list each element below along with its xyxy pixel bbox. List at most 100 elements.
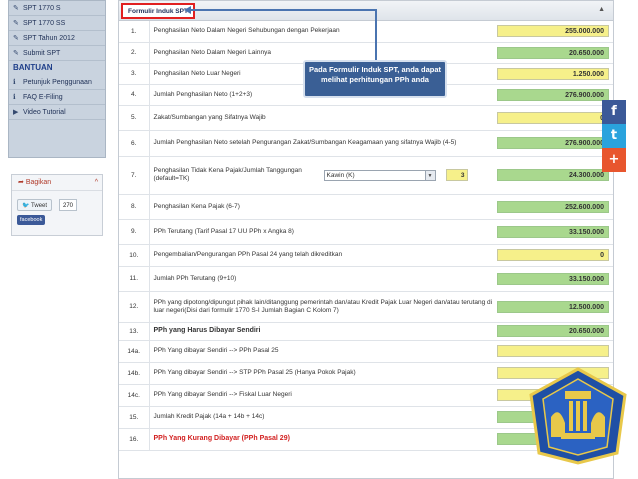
form-row: 10. Pengembalian/Pengurangan PPh Pasal 24…: [119, 244, 613, 267]
row-description: PPh Terutang (Tarif Pasal 17 UU PPh x An…: [149, 219, 493, 245]
row-number: 2.: [119, 42, 150, 64]
row-description: Jumlah Penghasilan Neto setelah Penguran…: [149, 130, 493, 157]
sidebar-item-submit-spt[interactable]: ✎ Submit SPT: [9, 46, 105, 61]
chevron-up-icon[interactable]: ^: [95, 175, 98, 190]
info-icon: ℹ: [13, 94, 16, 101]
form-row: 9. PPh Terutang (Tarif Pasal 17 UU PPh x …: [119, 219, 613, 245]
sidebar-item-label: Petunjuk Penggunaan: [22, 79, 92, 86]
row-number: 10.: [119, 244, 150, 267]
share-icon: ➦: [18, 179, 24, 186]
row-number: 14b.: [119, 362, 150, 385]
row-description: Pengembalian/Pengurangan PPh Pasal 24 ya…: [149, 244, 493, 267]
chevron-down-icon: ▼: [424, 170, 435, 180]
form-row: 14a. PPh Yang dibayar Sendiri --> PPh Pas…: [119, 340, 613, 363]
dependents-input[interactable]: 3: [445, 169, 468, 181]
amount-computed: 20.650.000: [497, 325, 609, 337]
row-description: PPh Yang dibayar Sendiri --> PPh Pasal 2…: [149, 340, 493, 363]
form-row: 11. Jumlah PPh Terutang (9+10) 33.150.000: [119, 266, 613, 292]
amount-input[interactable]: 1.250.000: [497, 67, 609, 80]
row-description: Jumlah PPh Terutang (9+10): [149, 266, 493, 292]
form-row: 5.Zakat/Sumbangan yang Sifatnya Wajib 0: [119, 105, 613, 131]
row-description: PPh yang dipotong/dipungut pihak lain/di…: [149, 291, 493, 323]
sidebar-menu: ✎ SPT 1770 S ✎ SPT 1770 SS ✎ SPT Tahun 2…: [8, 0, 106, 158]
tweet-button[interactable]: 🐦 Tweet: [17, 199, 53, 211]
row-value-cell: [493, 340, 613, 363]
row-description: PPh Yang dibayar Sendiri --> STP PPh Pas…: [149, 362, 493, 385]
help-heading: BANTUAN: [13, 63, 53, 72]
row-value-cell: 20.650.000: [493, 42, 613, 64]
row-value-cell: 0: [493, 244, 613, 267]
row-description: Jumlah Kredit Pajak (14a + 14b + 14c): [149, 406, 493, 429]
amount-computed: 276.900.000: [497, 88, 609, 101]
amount-computed: 24.300.000: [497, 169, 609, 181]
sidebar-item-label: SPT 1770 S: [22, 5, 61, 12]
amount-input[interactable]: 0: [497, 111, 609, 124]
sidebar-item-label: FAQ E-Filing: [22, 94, 63, 101]
edit-icon: ✎: [13, 50, 19, 57]
plus-icon[interactable]: +: [602, 148, 626, 172]
row-number: 1.: [119, 21, 150, 43]
row-number: 8.: [119, 194, 150, 220]
row-number: 13.: [119, 322, 150, 341]
sidebar-item-label: SPT 1770 SS: [22, 20, 66, 27]
row-number: 16.: [119, 428, 150, 451]
form-row: 1. Penghasilan Neto Dalam Negeri Sehubung…: [119, 21, 613, 43]
row-description: Penghasilan Neto Dalam Negeri Sehubungan…: [149, 21, 493, 43]
sidebar-item-spt-tahun-2012[interactable]: ✎ SPT Tahun 2012: [9, 31, 105, 46]
row-number: 12.: [119, 291, 150, 323]
row-number: 14c.: [119, 384, 150, 407]
twitter-icon[interactable]: t: [602, 124, 626, 148]
row-number: 7.: [119, 156, 150, 195]
select-value: Kawin (K): [326, 171, 355, 179]
share-box: ➦ Bagikan ^ 🐦 Tweet 270 facebook: [11, 174, 103, 236]
sidebar-item-label: SPT Tahun 2012: [22, 35, 75, 42]
row-description: Penghasilan Tidak Kena Pajak/Jumlah Tang…: [149, 156, 493, 195]
facebook-icon[interactable]: f: [602, 100, 626, 124]
row-description: PPh yang Harus Dibayar Sendiri: [149, 322, 493, 341]
amount-computed: 252.600.000: [497, 200, 609, 213]
row-description: Zakat/Sumbangan yang Sifatnya Wajib: [149, 105, 493, 131]
amount-computed: 276.900.000: [497, 137, 609, 149]
callout-arrow-head: [184, 6, 191, 14]
tweet-count: 270: [59, 199, 78, 211]
row-number: 11.: [119, 266, 150, 292]
ministry-emblem-logo: [529, 367, 627, 465]
facebook-button[interactable]: facebook: [17, 215, 46, 225]
row-value-cell: 255.000.000: [493, 21, 613, 43]
info-icon: ℹ: [13, 79, 16, 86]
callout-arrow-horizontal: [190, 9, 377, 11]
form-row: 8. Penghasilan Kena Pajak (6-7) 252.600.00…: [119, 194, 613, 220]
share-header: ➦ Bagikan ^: [12, 175, 102, 191]
form-row: 13. PPh yang Harus Dibayar Sendiri 20.650.…: [119, 322, 613, 341]
row-number: 4.: [119, 84, 150, 106]
form-row: 6. Jumlah Penghasilan Neto setelah Pengur…: [119, 130, 613, 157]
row-value-cell: 12.500.000: [493, 291, 613, 323]
row-value-cell: 0: [493, 105, 613, 131]
sidebar-item-label: Submit SPT: [22, 50, 61, 57]
sidebar-item-video[interactable]: ▶ Video Tutorial: [9, 105, 105, 120]
row-value-cell: 33.150.000: [493, 219, 613, 245]
row-number: 14a.: [119, 340, 150, 363]
ptkp-status-select[interactable]: Kawin (K) ▼: [323, 169, 436, 181]
row-number: 6.: [119, 130, 150, 157]
amount-computed: 33.150.000: [497, 225, 609, 238]
row-number: 15.: [119, 406, 150, 429]
amount-input[interactable]: 255.000.000: [497, 25, 609, 38]
sidebar-item-petunjuk[interactable]: ℹ Petunjuk Penggunaan: [9, 75, 105, 90]
row-description: PPh Yang Kurang Dibayar (PPh Pasal 29): [149, 428, 493, 451]
form-header: Formulir Induk SPT ▲: [119, 1, 613, 21]
row-value-cell: 24.300.000: [493, 156, 613, 195]
amount-input[interactable]: 0: [497, 249, 609, 261]
sidebar-item-faq[interactable]: ℹ FAQ E-Filing: [9, 90, 105, 105]
share-title: Bagikan: [25, 179, 52, 186]
edit-icon: ✎: [13, 5, 19, 12]
sidebar-item-spt-1770-ss[interactable]: ✎ SPT 1770 SS: [9, 16, 105, 31]
callout-box: Pada Formulir Induk SPT, anda dapat meli…: [303, 60, 447, 98]
edit-icon: ✎: [13, 20, 19, 27]
row-value-cell: 276.900.000: [493, 130, 613, 157]
amount-input[interactable]: [497, 345, 609, 357]
sidebar-item-label: Video Tutorial: [22, 109, 66, 116]
play-icon: ▶: [13, 109, 19, 116]
sidebar-item-spt-1770-s[interactable]: ✎ SPT 1770 S: [9, 1, 105, 16]
collapse-icon[interactable]: ▲: [598, 6, 605, 13]
